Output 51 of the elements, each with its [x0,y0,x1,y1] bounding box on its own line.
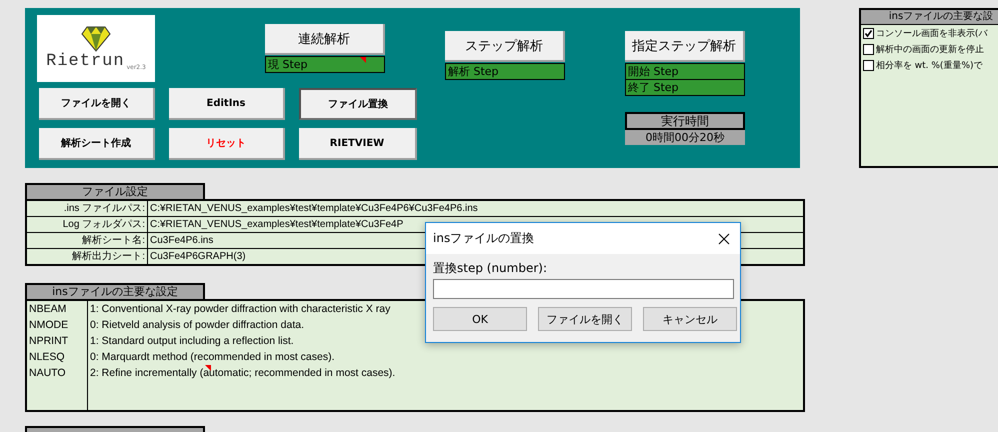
macro-button[interactable]: ファイルを開く [39,88,155,120]
dialog-title: insファイルの置換 [433,230,534,247]
elapsed-value: 0時間00分20秒 [625,130,745,145]
setting-label: Log フォルダパス: [27,217,148,232]
parameter-name: NBEAM [29,302,68,317]
parameter-value: 0: Rietveld analysis of powder diffraction data. [90,318,306,333]
checkbox[interactable] [862,44,874,54]
prompt-label: 置換step (number): [433,260,548,277]
macro-button[interactable]: リセット [169,128,285,160]
option-label: 相分率を wt. %(重量%)で [876,60,983,72]
run-button[interactable]: 指定ステップ解析 [625,31,745,62]
setting-label: .ins ファイルパス: [27,201,148,216]
checkbox[interactable] [862,60,874,70]
parameter-value: 1: Conventional X-ray powder diffraction with characteristic X ray [90,302,392,317]
parameter-name: NPRINT [29,334,70,349]
run-button[interactable]: 連続解析 [265,24,385,55]
setting-label: 解析出力シート: [27,249,148,264]
close-icon[interactable] [718,232,730,244]
step-field[interactable]: 終了 Step [625,80,745,96]
checkbox[interactable] [862,28,874,38]
step-field[interactable]: 開始 Step [625,63,745,80]
parameter-name: NMODE [29,318,70,333]
setting-value: Cu3Fe4P6.ins [149,234,214,248]
macro-button[interactable]: EditIns [169,88,285,120]
parameter-value: 2: Refine incrementally (automatic; recommended in most cases). [90,365,396,381]
macro-button[interactable]: RIETVIEW [299,128,417,160]
step-field[interactable]: 解析 Step [445,63,565,80]
setting-value: C:¥RIETAN_VENUS_examples¥test¥template¥Cu3Fe4P6¥Cu3Fe4P6.ins [149,202,478,216]
setting-value: C:¥RIETAN_VENUS_examples¥test¥template¥Cu3Fe4P [149,218,404,232]
parameter-name: NAUTO [29,366,67,381]
section-title: insファイルの主要な設定 [25,283,205,299]
option-label: 解析中の画面の更新を停止 [876,44,984,56]
parameter-name: NLESQ [29,350,66,365]
dialog-button[interactable]: OK [433,307,527,331]
option-label: コンソール画面を非表示(バ [876,28,988,40]
setting-value: Cu3Fe4P6GRAPH(3) [149,250,246,264]
input-field[interactable] [433,279,734,299]
parameter-value: 0: Marquardt method (recommended in most cases). [90,350,336,365]
parameter-value: 1: Standard output including a reflection list. [90,334,295,349]
macro-button[interactable]: 解析シート作成 [39,128,155,160]
dialog-button[interactable]: キャンセル [643,307,737,331]
diamond-icon [81,26,111,52]
dialog-button[interactable]: ファイルを開く [538,307,632,331]
panel-title: insファイルの主要な設 [860,10,998,25]
setting-label: 解析シート名: [27,233,148,248]
run-button[interactable]: ステップ解析 [445,31,565,62]
elapsed-label: 実行時間 [625,112,745,130]
macro-button[interactable]: ファイル置換 [299,88,417,120]
step-field[interactable]: 現 Step [265,56,385,73]
section-title: ファイル設定 [25,183,205,199]
logo-text: Rietrun [46,52,125,71]
